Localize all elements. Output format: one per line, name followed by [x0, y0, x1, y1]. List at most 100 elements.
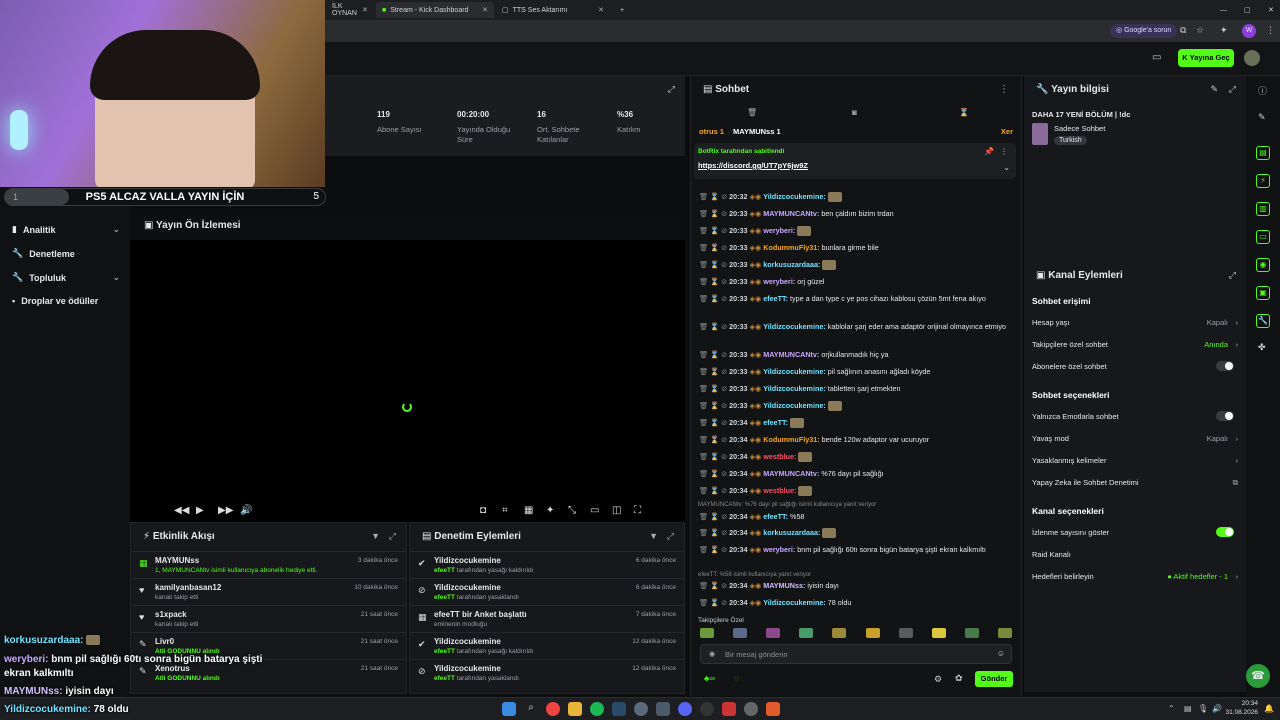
item-name[interactable]: kamilyanbasan12 — [155, 583, 221, 592]
settings-icon[interactable]: ⚙ — [934, 674, 942, 685]
item-name[interactable]: MAYMUNss — [155, 556, 199, 565]
message-username[interactable]: westblue: — [763, 452, 796, 461]
message-action-icons[interactable]: 🗑 ⌛ ⊘ — [699, 545, 729, 554]
channel-setting-row[interactable]: Hedefleri belirleyin ● Aktif hedefler - 1… — [1032, 572, 1238, 581]
emote-image[interactable] — [799, 628, 814, 638]
moderator-name[interactable]: efeeTT — [434, 648, 455, 655]
chat-icon[interactable]: ▭ — [1256, 230, 1270, 244]
record-icon[interactable]: ◉ — [1256, 258, 1270, 272]
message-icon[interactable]: ◙ — [852, 108, 857, 117]
wallet-icon[interactable]: ▭ — [1152, 52, 1161, 63]
message-action-icons[interactable]: 🗑 ⌛ ⊘ — [699, 243, 729, 252]
document-icon[interactable]: ▥ — [1256, 202, 1270, 216]
obs-icon[interactable] — [700, 702, 714, 716]
windows-start-icon[interactable] — [502, 702, 516, 716]
top-gifter-2[interactable]: MAYMUNss 1 — [733, 127, 781, 136]
moderator-name[interactable]: efeeTT — [434, 567, 455, 574]
pin-icon[interactable]: 📌 — [984, 147, 994, 156]
message-username[interactable]: korkusuzardaaa: — [763, 528, 820, 537]
mic-icon[interactable]: 🎙 — [1198, 704, 1208, 713]
brave-icon[interactable] — [766, 702, 780, 716]
more-options-icon[interactable]: ⋮ — [1000, 147, 1008, 156]
close-icon[interactable]: ✕ — [598, 6, 604, 14]
expand-icon[interactable]: ⤢ — [667, 531, 674, 542]
profile-avatar[interactable]: W — [1242, 24, 1256, 38]
message-username[interactable]: Yildizcocukemine: — [763, 598, 825, 607]
item-name[interactable]: Yildizcocukemine — [434, 583, 501, 592]
rewind-icon[interactable]: ◀◀ — [174, 505, 189, 516]
edit-icon[interactable]: ✎ — [1210, 84, 1218, 95]
more-options-icon[interactable]: ⋮ — [999, 84, 1009, 95]
star-icon[interactable]: ☆ — [1196, 25, 1204, 36]
lightning-icon[interactable]: ⚡ — [1256, 174, 1270, 188]
message-action-icons[interactable]: 🗑 ⌛ ⊘ — [699, 209, 729, 218]
channel-setting-row[interactable]: Hesap yaşı Kapalı › — [1032, 318, 1238, 327]
message-action-icons[interactable]: 🗑 ⌛ ⊘ — [699, 469, 729, 478]
recorder-icon[interactable] — [722, 702, 736, 716]
steam-icon[interactable] — [612, 702, 626, 716]
toggle-switch[interactable] — [1216, 361, 1234, 371]
category-name[interactable]: Sadece Sohbet — [1054, 124, 1105, 133]
camera-icon[interactable]: ◘ — [480, 505, 486, 516]
message-action-icons[interactable]: 🗑 ⌛ ⊘ — [699, 401, 729, 410]
loop-icon[interactable]: ◌ — [734, 674, 739, 683]
points-icon[interactable]: ♣∞ — [704, 674, 715, 683]
message-username[interactable]: efeeTT: — [763, 418, 788, 427]
translate-icon[interactable]: ⧉ — [1180, 25, 1186, 36]
message-username[interactable]: MAYMUNCANtv: — [763, 469, 819, 478]
pinned-link[interactable]: https://discord.gg/UT7pY6jw9Z — [698, 161, 808, 170]
sidebar-item-analytics[interactable]: ▮ Analitik ⌄ — [12, 224, 120, 235]
emote-image[interactable] — [997, 628, 1012, 638]
message-username[interactable]: MAYMUNss: — [763, 581, 805, 590]
message-action-icons[interactable]: 🗑 ⌛ ⊘ — [699, 435, 729, 444]
sidebar-item-drops[interactable]: ▪ Droplar ve ödüller — [12, 296, 120, 306]
channel-setting-row[interactable]: İzlenme sayısını göster — [1032, 527, 1238, 537]
folder-icon[interactable] — [568, 702, 582, 716]
channel-setting-row[interactable]: Yasaklanmış kelimeler › — [1032, 456, 1238, 465]
video-player[interactable] — [130, 240, 685, 522]
item-name[interactable]: efeeTT bir Anket başlattı — [434, 610, 527, 619]
emote-image[interactable] — [832, 628, 847, 638]
clock-time[interactable]: 20:34 — [1228, 700, 1258, 707]
clock-date[interactable]: 31.08.2026 — [1218, 709, 1258, 716]
chevron-down-icon[interactable]: ⌄ — [1003, 163, 1010, 172]
forward-icon[interactable]: ▶▶ — [218, 505, 233, 516]
clip-icon[interactable]: ▦ — [524, 505, 533, 516]
message-action-icons[interactable]: 🗑 ⌛ ⊘ — [699, 418, 729, 427]
app-icon[interactable] — [656, 702, 670, 716]
message-username[interactable]: weryberi: — [763, 226, 795, 235]
avatar[interactable] — [1244, 50, 1260, 66]
top-gifter-3[interactable]: Xer — [1001, 127, 1013, 136]
message-username[interactable]: KodummuFly31: — [763, 435, 819, 444]
message-action-icons[interactable]: 🗑 ⌛ ⊘ — [699, 260, 729, 269]
chrome-icon[interactable] — [546, 702, 560, 716]
tag-badge[interactable]: Turkish — [1054, 136, 1087, 145]
pip-icon[interactable]: ◫ — [612, 505, 621, 516]
moderator-name[interactable]: efeeTT — [434, 594, 455, 601]
item-name[interactable]: Xenotrus — [155, 664, 190, 673]
emote-image[interactable] — [964, 628, 979, 638]
notification-icon[interactable]: 🔔 — [1264, 704, 1274, 713]
message-action-icons[interactable]: 🗑 ⌛ ⊘ — [699, 598, 729, 607]
discord-icon[interactable] — [678, 702, 692, 716]
moderator-name[interactable]: efeeTT — [434, 675, 455, 682]
channel-setting-row[interactable]: Abonelere özel sohbet — [1032, 361, 1238, 371]
message-username[interactable]: Yildizcocukemine: — [763, 192, 825, 201]
browser-tab-1[interactable]: İLK OYNAN ✕ — [326, 2, 374, 18]
item-name[interactable]: Livr0 — [155, 637, 174, 646]
emote-image[interactable] — [898, 628, 913, 638]
spotify-icon[interactable] — [590, 702, 604, 716]
close-icon[interactable]: ✕ — [482, 6, 488, 14]
expand-icon[interactable]: ⤢ — [389, 531, 396, 542]
info-icon[interactable]: ⓘ — [1258, 84, 1267, 97]
emote-image[interactable] — [865, 628, 880, 638]
message-action-icons[interactable]: 🗑 ⌛ ⊘ — [699, 384, 729, 393]
emote-image[interactable] — [931, 628, 946, 638]
menu-icon[interactable]: ⋮ — [1266, 25, 1275, 36]
message-username[interactable]: weryberi: — [763, 545, 795, 554]
item-name[interactable]: Yildizcocukemine — [434, 556, 501, 565]
new-tab-button[interactable]: + — [614, 2, 630, 18]
message-action-icons[interactable]: 🗑 ⌛ ⊘ — [699, 512, 729, 521]
window-close-icon[interactable]: ✕ — [1262, 2, 1280, 18]
settings-icon[interactable] — [634, 702, 648, 716]
